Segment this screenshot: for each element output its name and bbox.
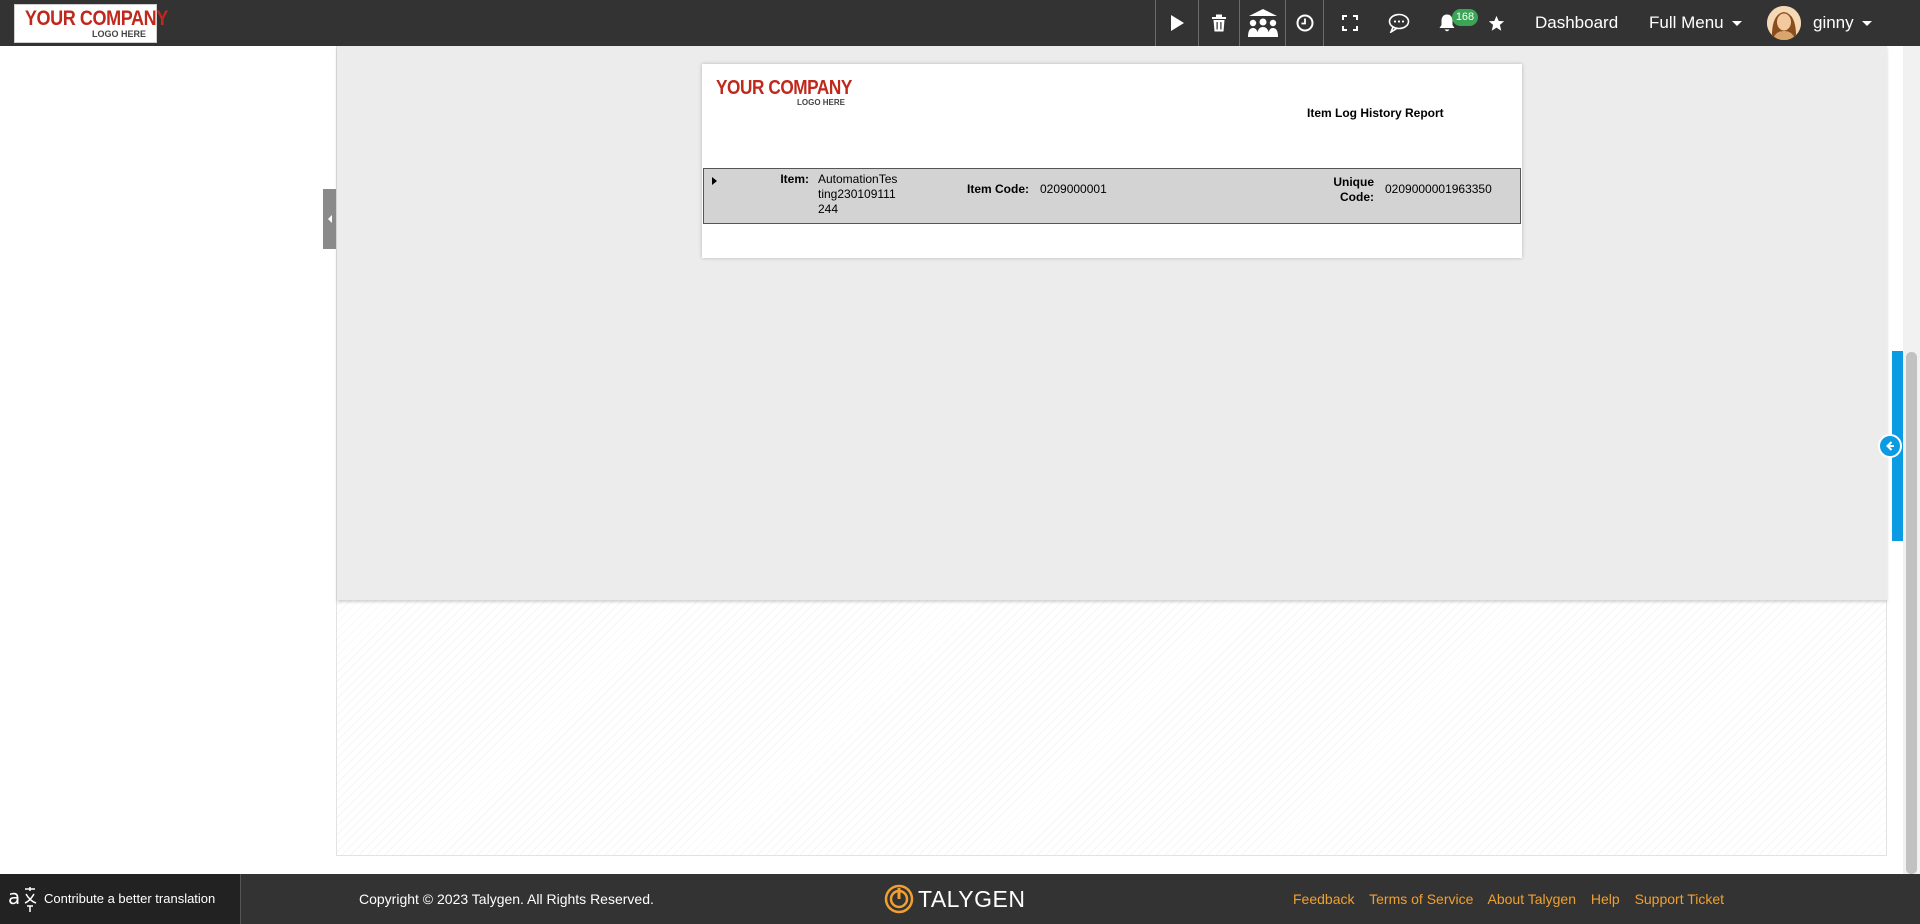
report-page: YOUR COMPANY LOGO HERE Item Log History … <box>702 64 1522 258</box>
trash-button[interactable] <box>1199 0 1239 46</box>
talygen-logo-icon <box>884 884 914 914</box>
user-name: ginny <box>1813 13 1854 32</box>
footer-link-terms[interactable]: Terms of Service <box>1369 891 1473 907</box>
chevron-down-icon <box>1861 21 1872 27</box>
fullscreen-button[interactable] <box>1330 0 1370 46</box>
full-menu-label: Full Menu <box>1649 13 1724 32</box>
fullscreen-icon <box>1342 15 1358 31</box>
group-meeting-icon <box>1247 9 1278 37</box>
company-logo[interactable]: YOUR COMPANY LOGO HERE <box>14 4 168 43</box>
translation-contribute-button[interactable]: a Contribute a better translation <box>0 874 241 924</box>
play-button[interactable] <box>1156 0 1198 46</box>
report-title: Item Log History Report <box>1307 106 1444 120</box>
play-icon <box>1171 15 1184 31</box>
footer-links: Feedback Terms of Service About Talygen … <box>1293 874 1735 924</box>
chat-button[interactable] <box>1378 0 1420 46</box>
left-sidebar-area <box>0 46 336 874</box>
unique-code-label-line: Unique <box>1333 175 1374 189</box>
chevron-down-icon <box>1731 21 1742 27</box>
item-value-line: ting230109111 <box>818 187 896 201</box>
chat-icon <box>1388 13 1410 33</box>
footer-link-help[interactable]: Help <box>1591 891 1620 907</box>
report-company-logo: YOUR COMPANY LOGO HERE <box>716 77 852 107</box>
timer-button[interactable] <box>1286 0 1323 46</box>
brand-name: TALYGEN <box>918 885 1026 912</box>
notification-count-badge: 168 <box>1452 9 1478 26</box>
talygen-brand-logo: TALYGEN <box>884 883 1025 915</box>
chevron-left-icon <box>327 215 332 223</box>
footer-link-feedback[interactable]: Feedback <box>1293 891 1354 907</box>
star-icon <box>1488 15 1504 31</box>
page-scrollbar-thumb[interactable] <box>1906 352 1917 874</box>
footer-link-support-ticket[interactable]: Support Ticket <box>1635 891 1725 907</box>
arrow-left-circle-icon <box>1886 441 1894 451</box>
sidebar-collapse-handle[interactable] <box>323 189 336 249</box>
item-value-line: 244 <box>818 202 839 216</box>
unique-code-value: 0209000001963350 <box>1385 182 1492 196</box>
report-logo-sub-text: LOGO HERE <box>797 98 846 107</box>
translate-icon: a <box>8 885 37 912</box>
item-code-value: 0209000001 <box>1040 182 1107 196</box>
favorites-button[interactable] <box>1485 0 1507 46</box>
user-avatar-icon <box>1767 6 1801 40</box>
report-logo-main-text: YOUR COMPANY <box>716 77 852 99</box>
unique-code-label: Unique Code: <box>1304 175 1374 205</box>
expand-triangle-icon[interactable] <box>712 177 717 185</box>
logo-sub-text: LOGO HERE <box>91 29 146 39</box>
copyright-text: Copyright © 2023 Talygen. All Rights Res… <box>359 891 654 907</box>
report-group-row: Item: AutomationTes ting230109111 244 It… <box>703 168 1521 224</box>
dashboard-link[interactable]: Dashboard <box>1535 0 1618 46</box>
item-code-label: Item Code: <box>966 182 1029 196</box>
item-value: AutomationTes ting230109111 244 <box>818 172 897 217</box>
logo-main-text: YOUR COMPANY <box>24 7 168 30</box>
side-panel-toggle-button[interactable] <box>1878 434 1902 458</box>
clock-icon <box>1296 14 1313 32</box>
unique-code-label-line: Code: <box>1340 190 1374 204</box>
translation-label: Contribute a better translation <box>44 891 216 906</box>
user-menu-dropdown[interactable]: ginny <box>1813 0 1872 46</box>
footer-link-about[interactable]: About Talygen <box>1488 891 1576 907</box>
trash-icon <box>1212 14 1226 32</box>
item-label: Item: <box>780 172 809 186</box>
toolbar-separator <box>1323 0 1324 46</box>
avatar[interactable] <box>1767 6 1801 40</box>
footer: a Contribute a better translation Copyri… <box>0 874 1920 924</box>
top-navbar: YOUR COMPANY LOGO HERE 168 Dashboard Ful… <box>0 0 1920 46</box>
item-value-line: AutomationTes <box>818 172 898 186</box>
svg-text:a: a <box>8 885 20 909</box>
full-menu-dropdown[interactable]: Full Menu <box>1649 0 1742 46</box>
meeting-button[interactable] <box>1240 0 1285 46</box>
